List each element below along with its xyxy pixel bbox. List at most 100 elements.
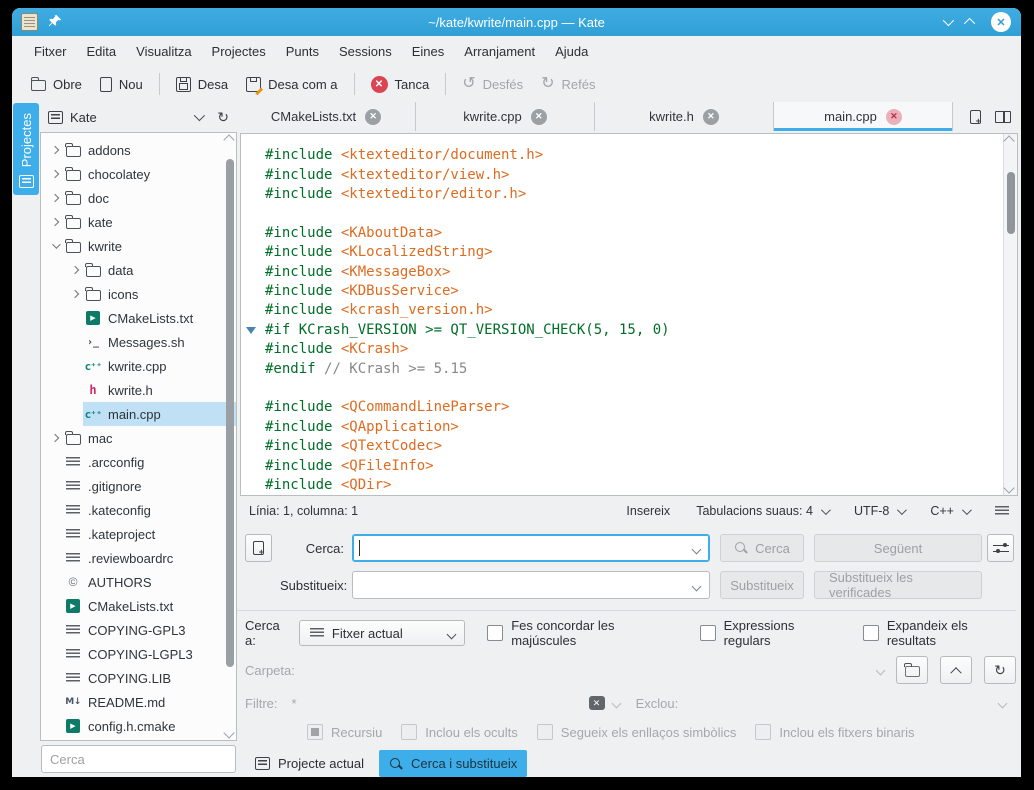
tree-item[interactable]: ▶config.h.cmake	[63, 714, 236, 738]
title-bar[interactable]: ~/kate/kwrite/main.cpp — Kate ✕	[12, 8, 1021, 36]
tab-kwrite.h[interactable]: kwrite.h✕	[595, 102, 774, 131]
close-window-button[interactable]: ✕	[991, 12, 1011, 32]
tree-row[interactable]: data	[41, 258, 236, 282]
replace-button[interactable]: Substitueix	[720, 571, 804, 599]
tree-item[interactable]: .gitignore	[63, 474, 236, 498]
menu-item-edita[interactable]: Edita	[77, 40, 127, 63]
clear-filter-icon[interactable]: ✕	[589, 696, 605, 710]
tree-item[interactable]: COPYING.LIB	[63, 666, 236, 690]
code-line[interactable]: #include <ktexteditor/view.h>	[265, 166, 1017, 185]
tree-row[interactable]: .reviewboardrc	[41, 546, 236, 570]
code-line[interactable]: #include <QApplication>	[265, 418, 1017, 437]
encoding-menu[interactable]: UTF-8	[854, 504, 904, 518]
toolbar-button-obre[interactable]: Obre	[22, 72, 91, 97]
code-line[interactable]	[265, 204, 1017, 223]
tab-CMakeLists.txt[interactable]: CMakeLists.txt✕	[237, 102, 416, 131]
tab-close-icon[interactable]: ✕	[886, 109, 902, 125]
tree-row[interactable]: .kateproject	[41, 522, 236, 546]
tree-item[interactable]: doc	[63, 186, 236, 210]
next-button[interactable]: Següent	[814, 534, 982, 562]
code-line[interactable]: #if KCrash_VERSION >= QT_VERSION_CHECK(5…	[265, 321, 1017, 340]
code-area[interactable]: #include <ktexteditor/document.h>#includ…	[241, 134, 1017, 495]
tree-row[interactable]: c⁺⁺main.cpp	[41, 402, 236, 426]
project-search-input[interactable]: Cerca	[41, 745, 236, 773]
tree-scrollbar-thumb[interactable]	[226, 159, 234, 667]
refresh-button[interactable]: ↻	[984, 656, 1016, 684]
tree-row[interactable]: COPYING-GPL3	[41, 618, 236, 642]
code-line[interactable]: #endif // KCrash >= 5.15	[265, 360, 1017, 379]
chevron-down-icon[interactable]	[692, 545, 702, 555]
tree-row[interactable]: COPYING.LIB	[41, 666, 236, 690]
code-line[interactable]: #include <QTextCodec>	[265, 437, 1017, 456]
toolview-tab-cerca-i-substitueix[interactable]: Cerca i substitueix	[379, 750, 527, 777]
tree-row[interactable]: c⁺⁺kwrite.cpp	[41, 354, 236, 378]
project-dropdown-chevron-icon[interactable]	[194, 110, 205, 121]
tab-kwrite.cpp[interactable]: kwrite.cpp✕	[416, 102, 595, 131]
tree-row[interactable]: ›_Messages.sh	[41, 330, 236, 354]
find-input[interactable]	[352, 534, 710, 562]
code-line[interactable]: #include <kcrash_version.h>	[265, 301, 1017, 320]
tree-expander[interactable]	[47, 435, 63, 441]
toolbar-button-desfés[interactable]: ↺Desfés	[453, 71, 532, 97]
tree-row[interactable]: ▶CMakeLists.txt	[41, 306, 236, 330]
tree-item[interactable]: kate	[63, 210, 236, 234]
editor-scroll-down-icon[interactable]	[1003, 482, 1014, 493]
replace-checked-button[interactable]: Substitueix les verificades	[814, 571, 982, 599]
checkbox-inclou-els-fitxers-binaris[interactable]: Inclou els fitxers binaris	[755, 724, 914, 740]
tree-expander[interactable]	[47, 195, 63, 201]
code-line[interactable]: #include <KCrash>	[265, 340, 1017, 359]
code-line[interactable]: #include <QFileInfo>	[265, 457, 1017, 476]
code-line[interactable]: #include <KDBusService>	[265, 282, 1017, 301]
tab-close-icon[interactable]: ✕	[365, 109, 381, 125]
toolview-tab-projecte-actual[interactable]: Projecte actual	[245, 750, 374, 777]
menu-item-arranjament[interactable]: Arranjament	[454, 40, 545, 63]
tree-row[interactable]: mac	[41, 426, 236, 450]
editor-scroll-up-icon[interactable]	[1003, 135, 1014, 146]
tree-expander[interactable]	[67, 267, 83, 273]
code-line[interactable]: #include <ktexteditor/editor.h>	[265, 185, 1017, 204]
tree-row[interactable]: ▶CMakeLists.txt	[41, 594, 236, 618]
code-line[interactable]	[265, 379, 1017, 398]
choose-folder-button[interactable]	[896, 656, 928, 684]
tree-row[interactable]: .kateconfig	[41, 498, 236, 522]
toolbar-button-refés[interactable]: ↻Refés	[532, 71, 604, 97]
tree-row[interactable]: kwrite	[41, 234, 236, 258]
tree-item[interactable]: M↓README.md	[63, 690, 236, 714]
language-menu[interactable]: C++	[930, 504, 969, 518]
tree-expander[interactable]	[47, 171, 63, 177]
split-view-icon[interactable]	[995, 111, 1011, 123]
tree-item[interactable]: .kateproject	[63, 522, 236, 546]
tree-item[interactable]: icons	[83, 282, 236, 306]
toolbar-button-nou[interactable]: Nou	[91, 72, 152, 97]
menu-item-fitxer[interactable]: Fitxer	[24, 40, 77, 63]
tree-item[interactable]: chocolatey	[63, 162, 236, 186]
search-options-button[interactable]	[987, 534, 1014, 562]
tree-row[interactable]: M↓README.md	[41, 690, 236, 714]
tree-item[interactable]: COPYING-LGPL3	[63, 642, 236, 666]
checkbox-fes-concordar-les-majúscules[interactable]: Fes concordar les majúscules	[487, 618, 677, 648]
tab-close-icon[interactable]: ✕	[531, 109, 547, 125]
insert-mode-button[interactable]: Insereix	[626, 504, 670, 518]
tab-main.cpp[interactable]: main.cpp✕	[774, 102, 953, 131]
tree-row[interactable]: doc	[41, 186, 236, 210]
tree-row[interactable]: .arcconfig	[41, 450, 236, 474]
tab-mode-menu[interactable]: Tabulacions suaus: 4	[696, 504, 828, 518]
tree-expander[interactable]	[47, 219, 63, 225]
sidebar-tab-projectes[interactable]: Projectes	[13, 103, 39, 195]
text-editor[interactable]: #include <ktexteditor/document.h>#includ…	[240, 133, 1018, 496]
replace-input[interactable]	[352, 571, 710, 599]
tree-item[interactable]: ›_Messages.sh	[83, 330, 236, 354]
checkbox-segueix-els-enllaços-simbòlics[interactable]: Segueix els enllaços simbòlics	[537, 724, 737, 740]
tree-item[interactable]: .kateconfig	[63, 498, 236, 522]
menu-item-ajuda[interactable]: Ajuda	[545, 40, 598, 63]
menu-item-punts[interactable]: Punts	[276, 40, 329, 63]
menu-item-sessions[interactable]: Sessions	[329, 40, 402, 63]
tree-row[interactable]: chocolatey	[41, 162, 236, 186]
code-line[interactable]: #include <KLocalizedString>	[265, 243, 1017, 262]
tree-expander[interactable]	[47, 147, 63, 153]
reload-project-icon[interactable]: ↻	[217, 110, 229, 124]
tree-row[interactable]: addons	[41, 138, 236, 162]
tree-item[interactable]: ▶CMakeLists.txt	[63, 594, 236, 618]
tree-item[interactable]: ▶CMakeLists.txt	[83, 306, 236, 330]
new-document-icon[interactable]	[970, 110, 981, 124]
